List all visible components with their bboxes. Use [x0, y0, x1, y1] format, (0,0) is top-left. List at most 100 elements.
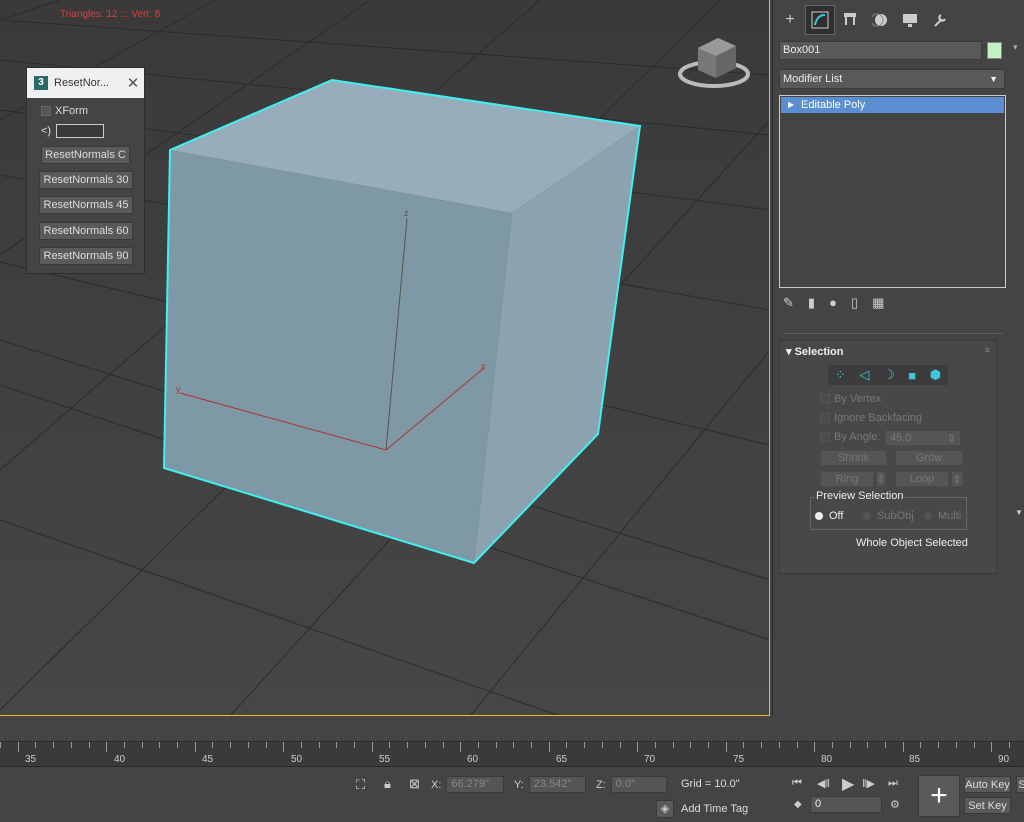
close-icon[interactable]: ✕: [122, 74, 144, 92]
y-field[interactable]: 23.542": [528, 776, 586, 793]
subobj-label: SubObj: [877, 510, 914, 522]
ring-spinner-icon[interactable]: ⇕: [876, 471, 886, 487]
angle-input-prefix: <): [41, 125, 52, 137]
selection-status-text: Whole Object Selected: [856, 537, 968, 549]
timeline-ticks: [0, 742, 1010, 752]
key-mode-toggle-icon[interactable]: ◆: [794, 799, 802, 810]
time-tag-icon[interactable]: ◈: [656, 800, 674, 818]
add-time-tag-button[interactable]: Add Time Tag: [681, 803, 748, 815]
expand-triangle-icon[interactable]: ▶: [788, 97, 794, 113]
show-end-result-icon[interactable]: ▮: [808, 295, 815, 311]
by-vertex-checkbox[interactable]: By Vertex: [820, 393, 881, 405]
scroll-arrow-icon[interactable]: ▼: [1015, 508, 1023, 517]
element-mode-icon[interactable]: ⬢: [930, 367, 941, 383]
reset-normals-90-button[interactable]: ResetNormals 90: [39, 247, 133, 265]
command-panel: + Box001 ▾ Modifier List ▼ ▶ Editable Po…: [772, 0, 1024, 716]
preview-multi-radio[interactable]: Multi: [924, 510, 961, 522]
reset-normals-60-button[interactable]: ResetNormals 60: [39, 222, 133, 240]
y-axis-label: y: [176, 384, 181, 394]
z-axis-label: z: [404, 208, 409, 218]
auto-key-button[interactable]: Auto Key: [964, 776, 1011, 793]
dialog-titlebar[interactable]: 3 ResetNor... ✕: [27, 68, 144, 98]
frame-spinner: 0: [810, 796, 882, 813]
radio-dot[interactable]: [924, 512, 932, 520]
checkbox-box[interactable]: [820, 432, 830, 442]
set-key-big-button[interactable]: +: [918, 775, 960, 817]
time-configuration-icon[interactable]: ⚙: [890, 798, 900, 811]
preview-off-radio[interactable]: Off: [815, 510, 843, 522]
make-unique-icon[interactable]: ●: [829, 295, 837, 311]
go-to-start-icon[interactable]: ⏮: [792, 777, 802, 790]
grow-button[interactable]: Grow: [895, 450, 963, 466]
next-frame-icon[interactable]: ‖▶: [862, 777, 875, 790]
selected-dropdown[interactable]: S: [1016, 776, 1024, 793]
go-to-end-icon[interactable]: ⏭: [888, 777, 898, 790]
checkbox-box[interactable]: [820, 394, 830, 404]
xform-checkbox[interactable]: XForm: [41, 105, 88, 117]
angle-spinner[interactable]: 45.0 ⇕: [885, 430, 961, 446]
edge-mode-icon[interactable]: ◁: [859, 367, 869, 383]
tick-label: 55: [379, 754, 391, 765]
tick-label: 75: [733, 754, 745, 765]
x-field[interactable]: 66.279": [446, 776, 505, 793]
set-key-button[interactable]: Set Key: [964, 797, 1011, 814]
loop-spinner-icon[interactable]: ⇕: [951, 471, 963, 487]
app-logo-icon: 3: [34, 76, 48, 90]
current-frame-field[interactable]: 0: [810, 796, 882, 813]
z-field[interactable]: 0.0": [610, 776, 667, 793]
rollout-menu-icon[interactable]: ≡: [985, 345, 990, 355]
checkbox-box[interactable]: [820, 413, 830, 423]
selection-lock-icon[interactable]: ⛶: [356, 777, 365, 793]
selection-rollout-header[interactable]: ▾ Selection: [786, 345, 843, 358]
reset-normals-c-button[interactable]: ResetNormals C: [41, 146, 130, 164]
y-coordinate: Y: 23.542": [514, 776, 586, 793]
by-angle-label: By Angle:: [834, 431, 881, 443]
dialog-title: ResetNor...: [54, 77, 110, 89]
spinner-arrows-icon[interactable]: ⇕: [947, 432, 956, 445]
display-tab-icon[interactable]: [895, 5, 925, 35]
panel-collapse-arrow-icon[interactable]: ▾: [1013, 42, 1018, 53]
create-tab-icon[interactable]: +: [775, 5, 805, 35]
ring-button[interactable]: Ring: [820, 471, 874, 487]
ignore-backfacing-checkbox[interactable]: Ignore Backfacing: [820, 412, 922, 424]
object-name-field[interactable]: Box001: [779, 41, 982, 60]
shrink-button[interactable]: Shrink: [820, 450, 887, 466]
checkbox-box[interactable]: [41, 106, 51, 116]
border-mode-icon[interactable]: ☽: [883, 367, 895, 383]
modify-tab-icon[interactable]: [805, 5, 835, 35]
radio-dot[interactable]: [815, 512, 823, 520]
preview-subobj-radio[interactable]: SubObj: [863, 510, 914, 522]
utilities-tab-icon[interactable]: [925, 5, 955, 35]
reset-normals-45-button[interactable]: ResetNormals 45: [39, 196, 133, 214]
absolute-mode-icon[interactable]: ⊠: [409, 776, 420, 792]
tick-label: 70: [644, 754, 656, 765]
lock-icon[interactable]: 🔒︎: [384, 776, 391, 792]
play-icon[interactable]: ▶: [842, 774, 854, 794]
hierarchy-tab-icon[interactable]: [835, 5, 865, 35]
remove-modifier-icon[interactable]: ▯: [851, 295, 858, 311]
object-color-swatch[interactable]: [987, 42, 1002, 59]
polygon-mode-icon[interactable]: ■: [908, 368, 916, 383]
tick-label: 80: [821, 754, 833, 765]
key-plus-icon: +: [930, 779, 948, 812]
multi-label: Multi: [938, 510, 962, 522]
by-angle-checkbox[interactable]: By Angle:: [820, 431, 880, 443]
motion-tab-icon[interactable]: [865, 5, 895, 35]
configure-modifier-sets-icon[interactable]: ▦: [872, 295, 884, 311]
timeline-ruler[interactable]: 35 40 45 50 55 60 65 70 75 80 85 90: [0, 741, 1024, 767]
previous-frame-icon[interactable]: ◀‖: [817, 777, 830, 790]
reset-normals-30-button[interactable]: ResetNormals 30: [39, 171, 133, 189]
loop-button[interactable]: Loop: [895, 471, 949, 487]
modifier-stack[interactable]: ▶ Editable Poly: [779, 95, 1006, 288]
angle-input-row: <): [41, 124, 105, 138]
radio-dot[interactable]: [863, 512, 871, 520]
by-vertex-label: By Vertex: [834, 393, 882, 405]
perspective-viewport[interactable]: Triangles: 12 ::: Vert: 8 z x y 3 ResetN…: [0, 0, 770, 716]
pin-stack-icon[interactable]: ✎: [783, 295, 794, 311]
vertex-mode-icon[interactable]: ⁘: [835, 367, 846, 383]
modifier-list-dropdown[interactable]: Modifier List ▼: [779, 69, 1005, 89]
off-label: Off: [829, 510, 844, 522]
stack-item-editable-poly[interactable]: ▶ Editable Poly: [781, 97, 1004, 113]
angle-input[interactable]: [56, 124, 105, 138]
modifier-list-label: Modifier List: [783, 73, 843, 85]
